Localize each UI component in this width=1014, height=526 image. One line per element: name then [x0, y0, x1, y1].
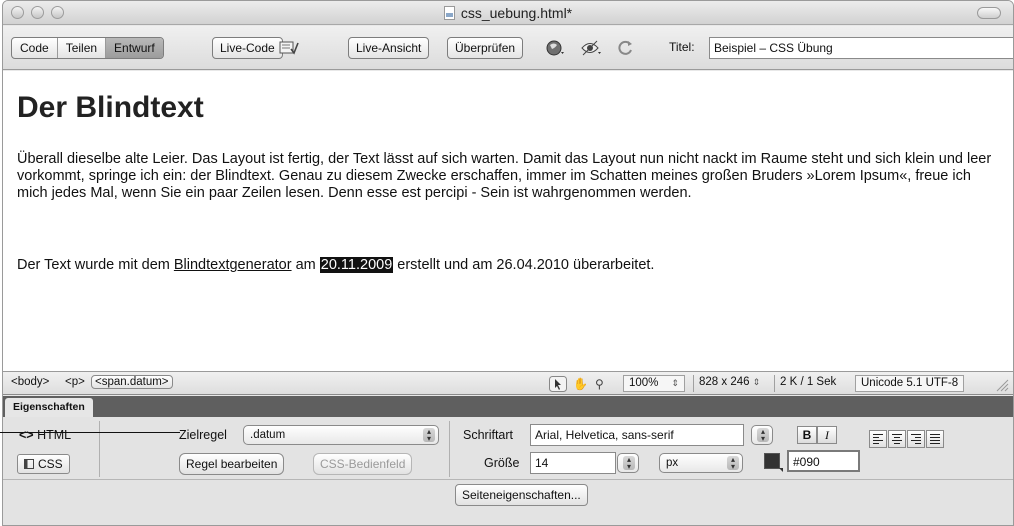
select-arrows-icon: ⇕: [671, 378, 679, 388]
properties-panel: <> HTML CSS Zielregel .datum ▴ ▾ Regel bea…: [3, 417, 1013, 525]
callout-line: [0, 432, 180, 433]
divider: [99, 421, 100, 477]
tab-design[interactable]: Entwurf: [106, 38, 163, 58]
color-input[interactable]: #090: [787, 450, 860, 472]
unit-select[interactable]: px ▴ ▾: [659, 453, 743, 473]
paragraph-text: erstellt und am 26.04.2010 überarbeitet.: [393, 257, 655, 273]
hand-tool-icon[interactable]: ✋: [573, 375, 588, 392]
select-arrows-icon: ▴ ▾: [727, 456, 739, 471]
code-icon: <>: [19, 428, 34, 442]
align-justify-icon[interactable]: [926, 430, 944, 448]
blindtextgenerator-link[interactable]: Blindtextgenerator: [174, 257, 292, 273]
html-document-icon: [443, 6, 455, 20]
tab-properties[interactable]: Eigenschaften: [5, 398, 93, 417]
italic-button[interactable]: I: [817, 426, 837, 444]
encoding: Unicode 5.1 UTF-8: [855, 375, 965, 392]
live-code-button[interactable]: Live-Code: [212, 37, 283, 59]
document-paragraph-date[interactable]: Der Text wurde mit dem Blindtextgenerato…: [17, 257, 1002, 274]
size-input[interactable]: 14: [530, 452, 616, 474]
window-title-text: css_uebung.html*: [460, 5, 573, 21]
status-bar: <body> <p> <span.datum> ✋ ⚲ 100% ⇕ 828 x…: [3, 371, 1013, 395]
size-dropdown[interactable]: ▴ ▾: [617, 453, 639, 473]
target-rule-label: Zielregel: [179, 428, 227, 442]
tag-selector-p[interactable]: <p>: [65, 376, 85, 388]
unit-value: px: [666, 457, 679, 469]
title-bar: css_uebung.html*: [3, 1, 1013, 25]
edit-rule-button[interactable]: Regel bearbeiten: [179, 453, 285, 475]
page-title-label: Titel:: [669, 40, 695, 54]
align-left-icon[interactable]: [869, 430, 887, 448]
document-toolbar: Code Teilen Entwurf Live-Code Live-Ansic…: [3, 26, 1013, 70]
select-arrows-icon: ⇕: [752, 377, 761, 387]
target-rule-select[interactable]: .datum ▴ ▾: [243, 425, 439, 445]
visual-aids-icon[interactable]: [581, 38, 603, 58]
tag-selector-span[interactable]: <span.datum>: [91, 375, 173, 389]
browser-preview-icon[interactable]: [545, 38, 567, 58]
html-mode-button[interactable]: <> HTML: [19, 428, 71, 442]
paragraph-text: Der Text wurde mit dem: [17, 257, 174, 273]
tab-split[interactable]: Teilen: [58, 38, 107, 58]
select-arrows-icon: ▴ ▾: [623, 456, 635, 471]
editor-window: css_uebung.html* Code Teilen Entwurf Liv…: [2, 0, 1014, 526]
view-segmented-control: Code Teilen Entwurf: [11, 37, 164, 59]
html-label: HTML: [37, 428, 72, 442]
check-page-button[interactable]: Überprüfen: [447, 37, 524, 59]
color-picker-swatch[interactable]: [764, 453, 783, 472]
panel-tab-bar: Eigenschaften: [3, 396, 1013, 417]
align-center-icon[interactable]: [888, 430, 906, 448]
bold-button[interactable]: B: [797, 426, 817, 444]
size-label: Größe: [484, 456, 520, 470]
divider: [449, 421, 450, 477]
design-view[interactable]: Der Blindtext Überall dieselbe alte Leie…: [3, 71, 1013, 371]
window-title: css_uebung.html*: [3, 5, 1013, 21]
page-title-input[interactable]: Beispiel – CSS Übung: [709, 37, 1013, 59]
align-right-icon[interactable]: [907, 430, 925, 448]
font-input[interactable]: Arial, Helvetica, sans-serif: [530, 424, 744, 446]
css-panel-button: CSS-Bedienfeld: [313, 453, 413, 475]
selected-date-span[interactable]: 20.11.2009: [319, 257, 394, 273]
toolbar-toggle-button[interactable]: [977, 7, 1001, 19]
css-grid-icon: [24, 459, 34, 469]
css-mode-button[interactable]: CSS: [17, 454, 70, 474]
zoom-select[interactable]: 100% ⇕: [623, 375, 685, 392]
select-arrows-icon: ▴ ▾: [757, 428, 769, 443]
download-size: 2 K / 1 Sek: [774, 375, 841, 392]
window-size-select[interactable]: 828 x 246 ⇕: [693, 375, 765, 392]
page-properties-button[interactable]: Seiteneigenschaften...: [455, 484, 588, 506]
zoom-value: 100%: [629, 377, 659, 389]
resize-grip-icon[interactable]: [993, 375, 1009, 392]
refresh-icon[interactable]: [615, 38, 637, 58]
window-size-value: 828 x 246: [699, 376, 750, 388]
zoom-tool-icon[interactable]: ⚲: [595, 375, 604, 392]
live-view-button[interactable]: Live-Ansicht: [348, 37, 430, 59]
paragraph-text: am: [291, 257, 320, 273]
tag-selector-body[interactable]: <body>: [11, 376, 49, 388]
font-label: Schriftart: [463, 428, 514, 442]
target-rule-value: .datum: [250, 429, 286, 441]
document-heading[interactable]: Der Blindtext: [17, 91, 204, 125]
inspect-icon[interactable]: [278, 38, 300, 58]
pointer-tool-icon[interactable]: [549, 375, 567, 392]
font-dropdown[interactable]: ▴ ▾: [751, 425, 773, 445]
document-paragraph[interactable]: Überall dieselbe alte Leier. Das Layout …: [17, 151, 1002, 202]
tab-code[interactable]: Code: [12, 38, 58, 58]
css-label: CSS: [38, 457, 63, 471]
divider: [3, 479, 1013, 480]
select-arrows-icon: ▴ ▾: [423, 428, 435, 443]
